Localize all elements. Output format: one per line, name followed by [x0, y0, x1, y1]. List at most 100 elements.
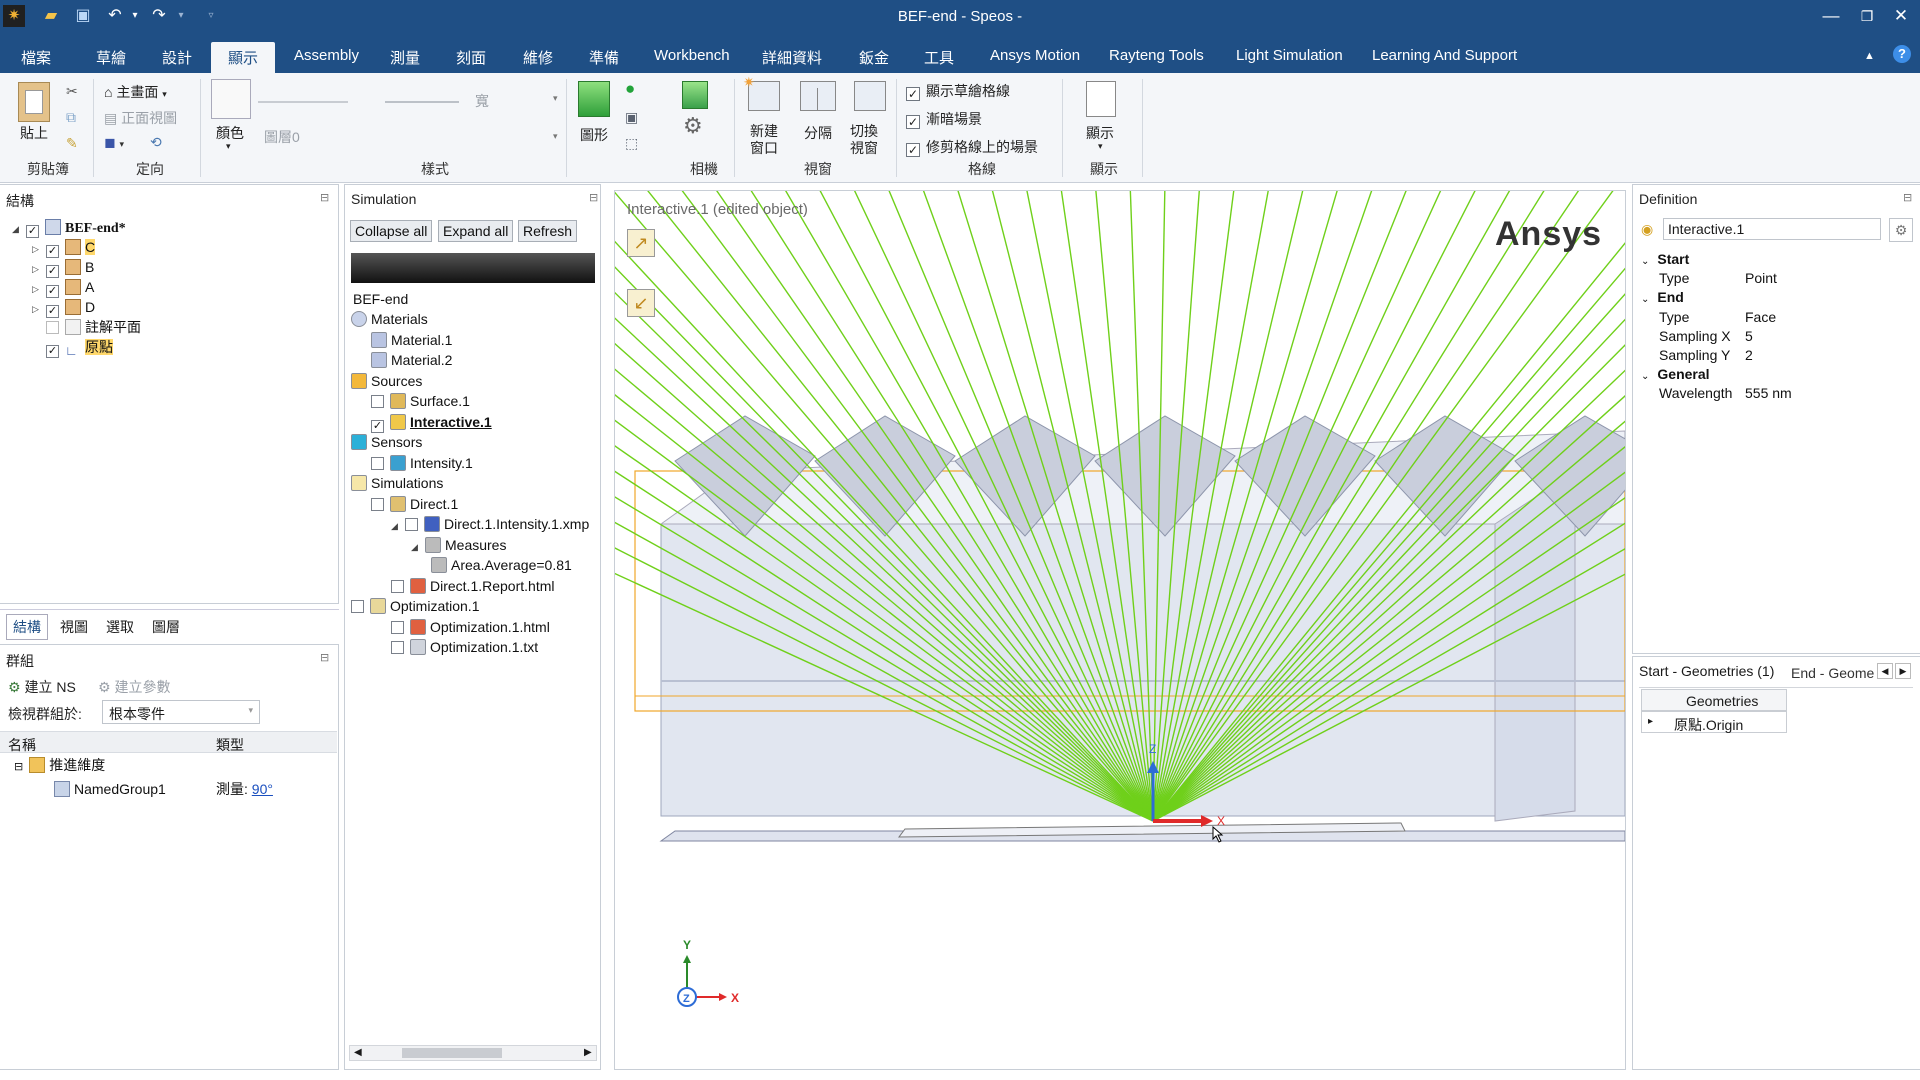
restore-button[interactable]: ❐ [1850, 3, 1884, 29]
pin-icon[interactable]: ⊟ [589, 191, 598, 204]
tab-layers[interactable]: 圖層 [152, 617, 180, 637]
sim-tree-item[interactable]: ◢ Direct.1.Intensity.1.xmp [391, 514, 589, 534]
collapse-ribbon-icon[interactable]: ▲ [1864, 50, 1875, 62]
sim-tree-item[interactable]: ✓ Interactive.1 [371, 412, 492, 433]
color-button[interactable]: 顏色 [216, 123, 244, 143]
graphics-cube-icon[interactable] [578, 81, 610, 117]
tab-workbench[interactable]: Workbench [654, 47, 730, 64]
split-icon[interactable] [800, 81, 836, 111]
object-name-field[interactable]: Interactive.1 [1663, 218, 1881, 240]
line-weight-slider[interactable] [258, 101, 348, 103]
color-dropdown-icon[interactable]: ▾ [226, 141, 231, 152]
definition-value[interactable]: 555 nm [1745, 385, 1792, 401]
scene-canvas[interactable]: Z X Y Z X [615, 191, 1626, 1070]
split-button[interactable]: 分隔 [804, 123, 832, 143]
expander-icon[interactable]: ◢ [391, 516, 401, 536]
sim-checkbox[interactable] [391, 620, 404, 634]
tab-rayteng-tools[interactable]: Rayteng Tools [1109, 47, 1204, 64]
color-swatch[interactable] [211, 79, 251, 119]
tab-detailing[interactable]: 詳細資料 [762, 47, 822, 68]
sim-tree-item[interactable]: Optimization.1 [351, 596, 479, 616]
paste-icon[interactable] [18, 82, 50, 122]
sim-tree-item[interactable]: Intensity.1 [371, 453, 473, 473]
move-tool-icon[interactable]: ↗ [627, 229, 655, 257]
sim-checkbox[interactable] [371, 497, 384, 511]
show-document-icon[interactable] [1086, 81, 1116, 117]
tab-prepare[interactable]: 準備 [589, 47, 619, 68]
tab-assembly[interactable]: Assembly [294, 47, 359, 64]
create-param-button[interactable]: ⚙ 建立參數 [98, 677, 170, 697]
line-style-slider[interactable] [385, 101, 459, 103]
tab-end-geometries[interactable]: End - Geome [1791, 665, 1874, 681]
collapse-all-button[interactable]: Collapse all [350, 220, 433, 242]
sim-tree-item[interactable]: Surface.1 [371, 391, 470, 411]
sim-checkbox[interactable]: ✓ [371, 419, 384, 433]
tab-tools[interactable]: 工具 [924, 47, 954, 68]
tab-learning-support[interactable]: Learning And Support [1372, 47, 1517, 64]
refresh-button[interactable]: Refresh [518, 220, 578, 242]
create-ns-button[interactable]: ⚙ 建立 NS [8, 677, 76, 697]
tab-scroll-left-icon[interactable]: ◀ [1877, 663, 1893, 679]
tab-measure[interactable]: 測量 [390, 47, 420, 68]
definition-value[interactable]: Face [1745, 309, 1776, 325]
paste-button[interactable]: 貼上 [20, 123, 48, 143]
sim-checkbox[interactable] [371, 456, 384, 470]
sim-tree-item[interactable]: Simulations [351, 473, 443, 493]
tab-file[interactable]: 檔案 [21, 47, 51, 68]
switch-window-icon[interactable] [854, 81, 886, 111]
tab-design[interactable]: 設計 [162, 47, 192, 68]
sim-checkbox[interactable] [351, 600, 364, 613]
pin-icon[interactable]: ⊟ [320, 651, 329, 664]
new-window-icon[interactable]: ✷ [743, 74, 780, 111]
tree-item-c[interactable]: ▷ ✓ C [32, 237, 96, 258]
pin-icon[interactable]: ⊟ [1903, 191, 1912, 204]
definition-value[interactable]: 5 [1745, 328, 1753, 344]
minimize-button[interactable]: — [1814, 3, 1848, 29]
sim-tree-item[interactable]: Sources [351, 371, 422, 391]
pin-icon[interactable]: ⊟ [320, 191, 329, 204]
sim-tree-item[interactable]: Optimization.1.txt [391, 637, 538, 657]
sim-tree-item[interactable]: Optimization.1.html [391, 617, 550, 637]
sim-checkbox[interactable] [391, 579, 404, 593]
3d-viewport[interactable]: Z X Y Z X Interactive.1 (edited object) … [614, 190, 1626, 1070]
tab-sheet-metal[interactable]: 鈑金 [859, 47, 889, 68]
orbit-icon[interactable]: ⟲ [150, 134, 162, 151]
switch-window-button[interactable]: 切換 視窗 [850, 123, 878, 157]
tab-display[interactable]: 顯示 [211, 42, 276, 76]
home-view-button[interactable]: ⌂ 主畫面 ▾ [104, 82, 167, 102]
tab-start-geometries[interactable]: Start - Geometries (1) [1639, 663, 1775, 679]
sim-tree-item[interactable]: Materials [351, 309, 428, 329]
tab-light-simulation[interactable]: Light Simulation [1236, 47, 1343, 64]
camera-settings-icon[interactable]: ⚙ [683, 113, 703, 139]
expander-icon[interactable]: ◢ [411, 537, 421, 557]
copy-icon[interactable]: ⧉ [66, 109, 76, 126]
box-view-icon[interactable]: ▣ [625, 109, 638, 126]
sim-tree-item[interactable]: Sensors [351, 432, 422, 452]
layer-field[interactable]: 圖層0 [264, 127, 300, 147]
sim-tree-item[interactable]: Direct.1.Report.html [391, 576, 554, 596]
show-button[interactable]: 顯示 [1086, 123, 1114, 143]
sim-checkbox[interactable] [391, 641, 404, 654]
close-button[interactable]: ✕ [1884, 3, 1918, 29]
definition-value[interactable]: 2 [1745, 347, 1753, 363]
expand-all-button[interactable]: Expand all [438, 220, 514, 242]
tree-item-b[interactable]: ▷ ✓ B [32, 257, 94, 278]
sim-tree-item[interactable]: ◢ Measures [411, 535, 506, 555]
tree-root[interactable]: ◢ ✓ BEF-end* [12, 217, 126, 238]
tab-ansys-motion[interactable]: Ansys Motion [990, 47, 1080, 64]
wireframe-icon[interactable]: ⬚ [625, 135, 638, 152]
definition-section[interactable]: ⌄ General [1641, 366, 1710, 382]
tree-item-origin[interactable]: ✓ ∟ 原點 [46, 337, 113, 358]
new-window-button[interactable]: 新建 窗口 [750, 123, 778, 157]
clip-scene-checkbox[interactable]: ✓ 修剪格線上的場景 [906, 137, 1038, 157]
scroll-left-icon[interactable]: ◀ [354, 1047, 362, 1058]
measure-value-link[interactable]: 90° [252, 781, 273, 797]
pull-tool-icon[interactable]: ↙ [627, 289, 655, 317]
sim-tree-item[interactable]: Material.2 [371, 350, 452, 370]
tree-item-a[interactable]: ▷ ✓ A [32, 277, 94, 298]
tree-item-annotation-plane[interactable]: 註解平面 [46, 317, 141, 337]
tab-scroll-right-icon[interactable]: ▶ [1895, 663, 1911, 679]
definition-value[interactable]: Point [1745, 270, 1777, 286]
sim-checkbox[interactable] [371, 395, 384, 408]
definition-section[interactable]: ⌄ End [1641, 289, 1684, 305]
